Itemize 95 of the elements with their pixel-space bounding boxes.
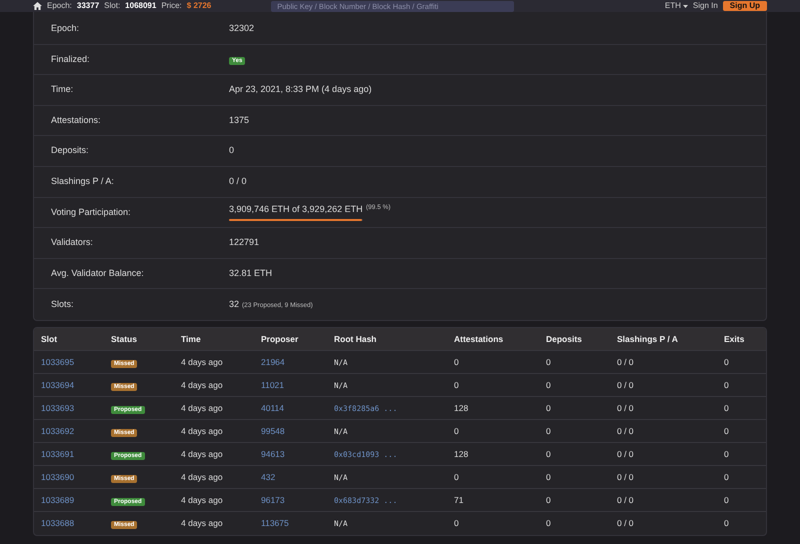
proposer-link[interactable]: 113675 [261,518,289,528]
deposits-cell: 0 [546,472,551,482]
slashings-cell: 0 / 0 [617,518,634,528]
column-header: Time [174,328,254,351]
slot-link[interactable]: 1033692 [41,426,74,436]
time-cell: 4 days ago [181,380,223,390]
detail-label: Slots: [51,298,75,311]
slashings-cell: 0 / 0 [617,449,634,460]
attestations-cell: 0 [454,518,459,528]
time-cell: 4 days ago [181,426,223,436]
deposits-cell: 0 [546,449,551,460]
time-cell: 4 days ago [181,449,223,460]
column-header: Exits [717,328,766,351]
attestations-cell: 71 [454,495,464,506]
detail-value: 1375 [229,114,250,125]
detail-label: Finalized: [51,52,91,66]
home-icon[interactable] [33,2,42,10]
detail-label: Deposits: [51,144,90,158]
slot-link[interactable]: 1033694 [41,380,74,390]
exits-cell: 0 [724,518,729,528]
slot-label: Slot: [104,2,120,10]
exits-cell: 0 [724,449,729,460]
slot-link[interactable]: 1033689 [41,495,74,506]
price-value: $ 2726 [186,2,212,10]
epoch-label: Epoch: [47,2,72,10]
column-header: Slot [34,328,104,351]
exits-cell: 0 [724,426,729,436]
participation-value: 3,909,746 ETH of 3,929,262 ETH [229,204,363,214]
deposits-cell: 0 [546,380,551,390]
attestations-cell: 128 [454,449,468,460]
proposer-link[interactable]: 21964 [261,357,285,368]
slot-value: 1068091 [125,2,156,10]
column-header: Proposer [254,328,327,351]
column-header: Attestations [447,328,539,351]
time-cell: 4 days ago [181,472,223,482]
attestations-cell: 0 [454,426,459,436]
detail-value: 0 [229,145,234,156]
exits-cell: 0 [724,380,729,390]
time-cell: 4 days ago [181,403,223,414]
exits-cell: 0 [724,472,729,482]
detail-label: Attestations: [51,114,102,127]
attestations-cell: 0 [454,472,459,482]
deposits-cell: 0 [546,518,551,528]
slashings-cell: 0 / 0 [617,495,634,506]
detail-label: Avg. Validator Balance: [51,266,145,280]
column-header: Slashings P / A [610,328,717,351]
slashings-cell: 0 / 0 [617,357,634,368]
proposer-link[interactable]: 432 [261,472,276,482]
detail-value: 122791 [229,237,260,248]
detail-value: Apr 23, 2021, 8:33 PM (4 days ago) [229,84,372,94]
price-label: Price: [161,2,182,10]
currency-dropdown[interactable]: ETH [664,2,681,10]
proposer-link[interactable]: 96173 [261,495,285,506]
time-cell: 4 days ago [181,518,223,528]
detail-label: Slashings P / A: [51,175,115,188]
attestations-cell: 0 [454,380,459,390]
deposits-cell: 0 [546,426,551,436]
detail-value: 32 [229,298,240,309]
proposer-link[interactable]: 94613 [261,449,285,460]
slot-link[interactable]: 1033690 [41,472,74,482]
slot-link[interactable]: 1033691 [41,449,74,460]
column-header: Root Hash [327,328,447,351]
exits-cell: 0 [724,403,729,414]
proposer-link[interactable]: 40114 [261,403,284,414]
caret-icon[interactable] [682,4,688,8]
attestations-cell: 0 [454,357,459,368]
slot-link[interactable]: 1033688 [41,518,74,528]
proposer-link[interactable]: 11021 [261,380,284,390]
sign-in-link[interactable]: Sign In [692,2,718,10]
detail-label: Time: [51,83,74,96]
detail-value: 32.81 ETH [229,268,272,278]
sign-up-button[interactable]: Sign Up [722,1,767,11]
proposer-link[interactable]: 99548 [261,426,285,436]
detail-label: Validators: [51,236,94,250]
deposits-cell: 0 [546,357,551,368]
exits-cell: 0 [724,495,729,506]
deposits-cell: 0 [546,495,551,506]
column-header: Status [104,328,174,351]
slot-link[interactable]: 1033695 [41,357,74,368]
detail-label: Epoch: [51,22,80,36]
slot-link[interactable]: 1033693 [41,403,74,414]
attestations-cell: 128 [454,403,468,414]
deposits-cell: 0 [546,403,551,414]
slashings-cell: 0 / 0 [617,380,634,390]
slashings-cell: 0 / 0 [617,472,634,482]
detail-label: Voting Participation: [51,206,132,219]
epoch-value: 33377 [76,2,100,10]
detail-value: 32302 [229,23,254,34]
slashings-cell: 0 / 0 [617,426,634,436]
slashings-cell: 0 / 0 [617,403,634,414]
exits-cell: 0 [724,357,729,368]
time-cell: 4 days ago [181,495,223,506]
column-header: Deposits [539,328,610,351]
detail-value: 0 / 0 [229,176,247,186]
time-cell: 4 days ago [181,357,223,368]
